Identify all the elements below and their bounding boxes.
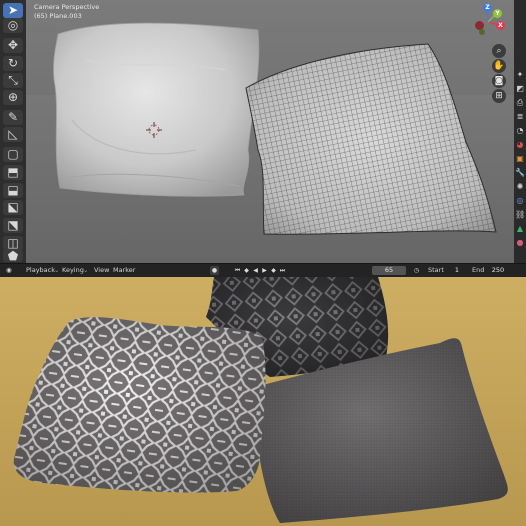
camera-perspective-label: Camera Perspective [34,3,100,11]
chevron-down-icon: ⌄ [54,266,60,274]
select-tool-icon[interactable]: ➤ [3,3,23,18]
measure-tool-icon[interactable]: ◺ [3,127,23,142]
gizmo-z-axis[interactable]: Z [483,3,492,12]
clock-icon[interactable]: ◷ [412,266,421,275]
particles-icon[interactable]: ✺ [515,182,525,192]
start-frame-label: Start [428,266,444,274]
record-keyframe-icon[interactable]: ● [210,266,219,275]
view-menu[interactable]: View [94,266,109,275]
active-object-label: (65) Plane.003 [34,12,82,20]
wireframe-pillow-mesh [245,43,497,235]
marker-menu[interactable]: Marker [113,266,135,275]
scale-tool-icon[interactable]: ⤡ [3,73,23,88]
jump-next-keyframe-icon[interactable]: ◆ [269,266,278,275]
world-icon[interactable]: ◕ [515,140,525,150]
cursor-tool-icon[interactable]: ◎ [3,18,23,33]
start-frame-field[interactable]: 1 [446,266,468,275]
move-tool-icon[interactable]: ✥ [3,38,23,53]
render-scene [0,277,526,526]
data-icon[interactable]: ▲ [515,224,525,234]
output-icon[interactable]: ⎙ [515,98,525,108]
jump-start-icon[interactable]: ⏮ [233,266,242,275]
add-cube-tool-icon[interactable]: ▢ [3,147,23,162]
jump-end-icon[interactable]: ⏭ [278,266,287,275]
zoom-icon[interactable]: ⌕ [492,44,506,58]
end-frame-label: End [472,266,485,274]
annotate-tool-icon[interactable]: ✎ [3,110,23,125]
end-frame-field[interactable]: 250 [486,266,510,275]
properties-tabs: ✦ ◩ ⎙ ≣ ◔ ◕ ▣ 🔧 ✺ ◎ ⛓ ▲ ● [514,0,526,263]
physics-icon[interactable]: ◎ [515,196,525,206]
timeline-header: ◉ Playback ⌄ Keying ⌄ View Marker ● ⏮ ◆ … [0,263,526,277]
view-layer-icon[interactable]: ≣ [515,112,525,122]
play-icon[interactable]: ▶ [260,266,269,275]
3d-viewport[interactable]: Camera Perspective (65) Plane.003 Z Y X … [26,0,514,263]
camera-view-icon[interactable]: ◙ [492,74,506,88]
transform-tool-icon[interactable]: ⊕ [3,90,23,105]
jump-prev-keyframe-icon[interactable]: ◆ [242,266,251,275]
rendered-pillows-image [0,277,526,526]
smooth-pillow-mesh [53,22,260,197]
pan-hand-icon[interactable]: ✋ [492,59,506,73]
material-icon[interactable]: ● [515,238,525,248]
extrude-tool-icon[interactable]: ⬒ [3,165,23,180]
play-reverse-icon[interactable]: ◀ [251,266,260,275]
keying-menu[interactable]: Keying [62,266,84,275]
constraints-icon[interactable]: ⛓ [515,210,525,220]
render-icon[interactable]: ◩ [515,84,525,94]
scene-icon[interactable]: ◔ [515,126,525,136]
inset-tool-icon[interactable]: ⬓ [3,183,23,198]
chevron-down-icon: ⌄ [83,266,89,274]
playback-menu[interactable]: Playback [26,266,55,275]
tool-icon[interactable]: ✦ [515,70,525,80]
loop-cut-tool-icon[interactable]: ⬔ [3,218,23,233]
viewport-scene [26,22,514,263]
navigation-gizmo[interactable]: Z Y X [471,2,511,42]
blender-3d-editor: ➤ ◎ ✥ ↻ ⤡ ⊕ ✎ ◺ ▢ ⬒ ⬓ ⬕ ⬔ ◫ ⬟ Camera Per… [0,0,526,263]
rotate-tool-icon[interactable]: ↻ [3,56,23,71]
tool-shelf: ➤ ◎ ✥ ↻ ⤡ ⊕ ✎ ◺ ▢ ⬒ ⬓ ⬕ ⬔ ◫ ⬟ [0,0,27,263]
ortho-grid-icon[interactable]: ⊞ [492,89,506,103]
gizmo-x-axis[interactable]: X [496,21,505,30]
modifier-icon[interactable]: 🔧 [515,168,525,178]
bevel-tool-icon[interactable]: ⬕ [3,200,23,215]
poly-build-tool-icon[interactable]: ⬟ [3,250,23,262]
object-icon[interactable]: ▣ [515,154,525,164]
screenshot-root: ➤ ◎ ✥ ↻ ⤡ ⊕ ✎ ◺ ▢ ⬒ ⬓ ⬕ ⬔ ◫ ⬟ Camera Per… [0,0,526,526]
gizmo-neg-y-axis[interactable] [479,29,485,35]
editor-type-icon[interactable]: ◉ [6,266,16,275]
current-frame-field[interactable]: 65 [372,266,406,275]
gizmo-y-axis[interactable]: Y [493,9,502,18]
